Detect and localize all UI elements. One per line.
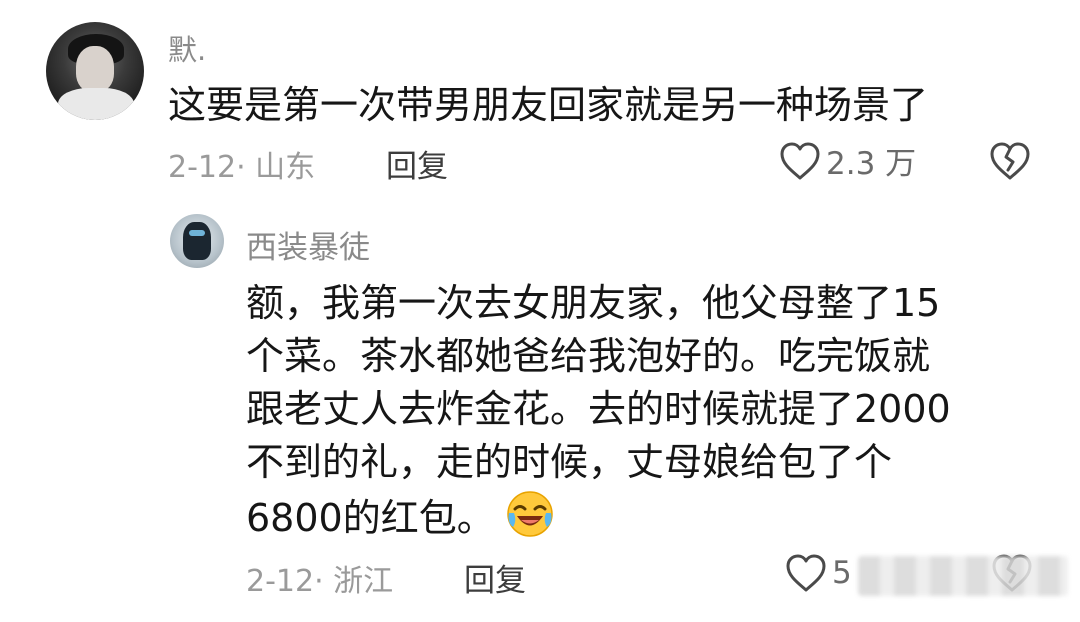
avatar-visor: [189, 230, 205, 236]
like-button[interactable]: 2.3 万: [778, 138, 916, 183]
broken-heart-icon: [990, 142, 1030, 180]
commenter-avatar[interactable]: [46, 22, 144, 120]
avatar-figure: [183, 222, 211, 260]
reply-text-line: 不到的礼，走的时候，丈母娘给包了个: [246, 440, 893, 484]
like-count: 5: [832, 555, 852, 591]
reply-text-line: 额，我第一次去女朋友家，他父母整了15: [246, 281, 941, 325]
comment-text: 这要是第一次带男朋友回家就是另一种场景了: [168, 83, 929, 127]
commenter-username[interactable]: 默.: [168, 27, 206, 69]
avatar-face: [76, 46, 114, 92]
comment-meta: 2-12· 山东: [168, 150, 316, 185]
reply-button[interactable]: 回复: [386, 141, 448, 186]
reply-username[interactable]: 西装暴徒: [246, 222, 370, 267]
reply-text: 额，我第一次去女朋友家，他父母整了15 个菜。茶水都她爸给我泡好的。吃完饭就 跟…: [246, 277, 1046, 553]
blurred-watermark: [858, 556, 1068, 596]
heart-outline-icon: [786, 554, 826, 592]
reply-avatar[interactable]: [170, 214, 224, 268]
reply-text-line: 6800的红包。: [246, 496, 495, 540]
laugh-cry-emoji: [505, 489, 555, 553]
reply-button[interactable]: 回复: [464, 555, 526, 600]
dislike-button[interactable]: [988, 140, 1032, 186]
like-button[interactable]: 5: [784, 552, 852, 594]
reply-meta: 2-12· 浙江: [246, 564, 394, 599]
heart-outline-icon: [780, 142, 820, 179]
reply-text-line: 个菜。茶水都她爸给我泡好的。吃完饭就: [246, 334, 931, 378]
reply-text-line-last: 6800的红包。: [246, 489, 1046, 553]
avatar-shirt: [58, 88, 134, 120]
reply-text-line: 跟老丈人去炸金花。去的时候就提了2000: [246, 387, 951, 431]
like-count: 2.3 万: [826, 146, 917, 182]
